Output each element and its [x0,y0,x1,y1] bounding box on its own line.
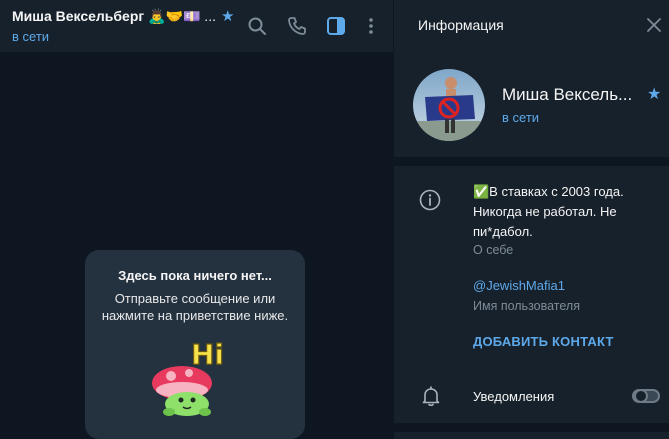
empty-chat-subtitle: Отправьте сообщение или нажмите на приве… [85,290,305,324]
section-divider [394,157,669,166]
empty-chat-title: Здесь пока ничего нет... [118,268,272,283]
avatar[interactable] [413,69,485,141]
more-vertical-icon[interactable] [360,15,382,37]
section-divider [394,423,669,432]
sidebar-toggle-icon[interactable] [325,15,347,37]
chat-title[interactable]: Миша Вексельберг 🙇‍♂️🤝💷 ... [12,8,216,25]
phone-icon[interactable] [286,15,308,37]
info-panel-title: Информация [418,17,504,33]
empty-chat-subtitle-line1: Отправьте сообщение или [114,291,276,306]
sticker-hi-text: Hi [191,338,224,371]
info-icon [418,188,442,212]
chat-pane: Миша Вексельберг 🙇‍♂️🤝💷 ... ★ в сети Зде… [0,0,393,439]
bio-text[interactable]: ✅В ставках с 2003 года. Никогда не работ… [473,182,653,242]
close-icon[interactable] [645,16,663,34]
chat-title-text: Миша Вексельберг [12,8,145,24]
notifications-label: Уведомления [473,389,555,404]
username-label: Имя пользователя [473,299,580,313]
bio-line: ✅В ставках с 2003 года. [473,184,624,199]
notifications-toggle[interactable] [632,389,660,403]
premium-star-icon: ★ [647,86,662,103]
profile-status: в сети [502,110,540,125]
bio-line: Никогда не работал. Не [473,204,617,219]
chat-title-emoji: 🙇‍♂️🤝💷 ... [148,8,216,24]
empty-chat-card: Здесь пока ничего нет... Отправьте сообщ… [85,250,305,439]
bell-icon [420,385,442,407]
bio-label: О себе [473,243,514,257]
username-link[interactable]: @JewishMafia1 [473,278,565,293]
info-panel: Информация Миша Вексель... ★ в сети ✅В с… [393,0,669,439]
chat-header[interactable]: Миша Вексельберг 🙇‍♂️🤝💷 ... ★ в сети [0,0,393,52]
chat-status: в сети [12,29,50,44]
profile-name: Миша Вексель... [502,85,633,104]
empty-chat-subtitle-line2: нажмите на приветствие ниже. [101,308,289,323]
bio-line: пи*дабол. [473,224,533,239]
search-icon[interactable] [246,15,268,37]
add-contact-button[interactable]: ДОБАВИТЬ КОНТАКТ [473,334,614,349]
toggle-knob [634,389,648,403]
premium-star-icon: ★ [221,8,235,25]
greeting-sticker[interactable]: Hi [147,337,247,422]
